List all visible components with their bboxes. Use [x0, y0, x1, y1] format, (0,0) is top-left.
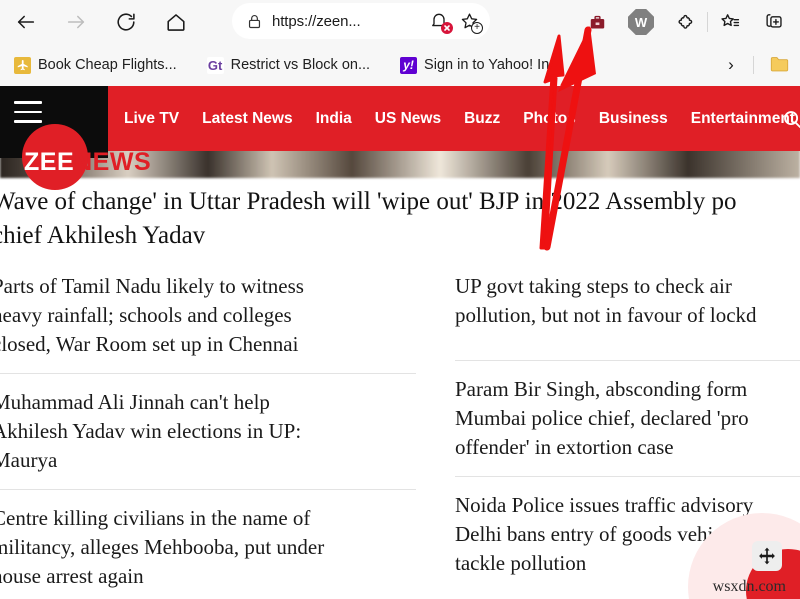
lead-headline[interactable]: Wave of change' in Uttar Pradesh will 'w…: [0, 185, 800, 253]
headline-line-2: chief Akhilesh Yadav: [0, 222, 206, 249]
home-button[interactable]: [156, 2, 196, 42]
plus-badge: +: [471, 22, 483, 34]
watermark: wsxdn.com: [712, 578, 786, 595]
logo-news-text: NEWS: [74, 148, 152, 176]
article-headline[interactable]: Parts of Tamil Nadu likely to witness he…: [0, 272, 416, 373]
bookmark-label: Restrict vs Block on...: [230, 57, 371, 73]
headline-line: closed, War Room set up in Chennai: [0, 332, 299, 356]
extensions-button[interactable]: [663, 0, 707, 44]
wallet-button[interactable]: [575, 0, 619, 44]
headline-line: heavy rainfall; schools and colleges: [0, 303, 292, 327]
headline-line: Parts of Tamil Nadu likely to witness: [0, 274, 304, 298]
headline-line: house arrest again: [0, 564, 144, 588]
notification-blocked-button[interactable]: [424, 6, 454, 36]
briefcase-wallet-icon: [590, 15, 604, 28]
yahoo-icon: y!: [400, 56, 418, 74]
split-screen-icon: [766, 14, 782, 28]
headline-line: militancy, alleges Mehbooba, put under: [0, 535, 325, 559]
bookmarks-separator: [753, 56, 754, 74]
search-icon[interactable]: [781, 108, 800, 135]
headline-line: UP govt taking steps to check air: [455, 274, 732, 298]
bookmark-label: Sign in to Yahoo! In...: [424, 57, 562, 73]
bookmark-item-flights[interactable]: Book Cheap Flights...: [6, 50, 185, 80]
article-divider: [455, 476, 800, 477]
article-divider: [0, 373, 416, 374]
split-screen-button[interactable]: [752, 0, 796, 44]
article-headline[interactable]: UP govt taking steps to check air pollut…: [455, 272, 800, 344]
headline-line: Muhammad Ali Jinnah can't help: [0, 390, 270, 414]
bookmark-item-restrict[interactable]: Gt Restrict vs Block on...: [199, 50, 378, 80]
w-extension-icon: W: [628, 9, 654, 35]
hamburger-bar: [14, 110, 42, 113]
refresh-button[interactable]: [106, 2, 146, 42]
refresh-icon: [117, 13, 135, 31]
bookmark-item-yahoo[interactable]: y! Sign in to Yahoo! In...: [392, 50, 569, 80]
article-headline[interactable]: Muhammad Ali Jinnah can't help Akhilesh …: [0, 388, 416, 489]
nav-link-business[interactable]: Business: [599, 110, 668, 128]
move-cross-icon: [759, 547, 775, 565]
lock-icon: [242, 13, 266, 30]
forward-arrow-icon: [67, 15, 85, 29]
headline-line: pollution, but not in favour of lockd: [455, 303, 757, 327]
headline-line: Centre killing civilians in the name of: [0, 506, 311, 530]
hamburger-bar: [14, 101, 42, 104]
address-bar[interactable]: https://zeen... +: [232, 3, 490, 39]
browser-window: https://zeen... + W Book Cheap Flights..…: [0, 0, 800, 599]
webpage-viewport: ZEENEWS Live TV Latest News India US New…: [0, 86, 800, 599]
blocked-badge: [441, 22, 453, 34]
folder-icon: [770, 57, 789, 72]
flight-search-icon: [14, 56, 31, 74]
move-handle[interactable]: [752, 541, 782, 571]
logo-zee-text: ZEE: [24, 148, 75, 176]
back-button[interactable]: [6, 2, 46, 42]
bookmark-label: Book Cheap Flights...: [38, 57, 177, 73]
forward-button[interactable]: [56, 2, 96, 42]
w-extension-button[interactable]: W: [619, 0, 663, 44]
toolbar-right-icons: W: [575, 0, 800, 44]
site-logo[interactable]: ZEENEWS: [24, 148, 151, 177]
hamburger-bar: [14, 120, 42, 123]
home-icon: [167, 14, 185, 31]
bookmarks-bar: Book Cheap Flights... Gt Restrict vs Blo…: [0, 44, 800, 86]
bookmarks-overflow-button[interactable]: ›: [720, 54, 742, 76]
nav-link-entertainment[interactable]: Entertainment: [691, 110, 795, 128]
headline-line: offender' in extortion case: [455, 435, 674, 459]
left-column: Parts of Tamil Nadu likely to witness he…: [0, 272, 416, 599]
url-text[interactable]: https://zeen...: [266, 13, 424, 30]
nav-link-photos[interactable]: Photos: [523, 110, 576, 128]
browser-toolbar: https://zeen... + W: [0, 0, 800, 44]
nav-link-buzz[interactable]: Buzz: [464, 110, 500, 128]
add-favorite-button[interactable]: +: [454, 6, 484, 36]
headline-line: Mumbai police chief, declared 'pro: [455, 406, 749, 430]
nav-link-us-news[interactable]: US News: [375, 110, 441, 128]
headline-line: Maurya: [0, 448, 58, 472]
collections-button[interactable]: [708, 0, 752, 44]
nav-link-india[interactable]: India: [316, 110, 352, 128]
article-headline[interactable]: Centre killing civilians in the name of …: [0, 504, 416, 599]
site-nav-links: Live TV Latest News India US News Buzz P…: [124, 86, 800, 151]
headline-line: Akhilesh Yadav win elections in UP:: [0, 419, 302, 443]
nav-link-live-tv[interactable]: Live TV: [124, 110, 179, 128]
headline-line-1: Wave of change' in Uttar Pradesh will 'w…: [0, 188, 737, 215]
other-favorites-folder-button[interactable]: [769, 55, 790, 78]
gt-icon: Gt: [206, 56, 224, 74]
nav-link-latest-news[interactable]: Latest News: [202, 110, 292, 128]
article-divider: [0, 489, 416, 490]
article-divider: [455, 360, 800, 361]
headline-line: Param Bir Singh, absconding form: [455, 377, 748, 401]
back-arrow-icon: [17, 15, 35, 29]
extensions-puzzle-icon: [678, 14, 693, 29]
collections-icon: [721, 14, 740, 27]
article-headline[interactable]: Param Bir Singh, absconding form Mumbai …: [455, 375, 800, 476]
hamburger-menu-icon[interactable]: [14, 101, 42, 130]
